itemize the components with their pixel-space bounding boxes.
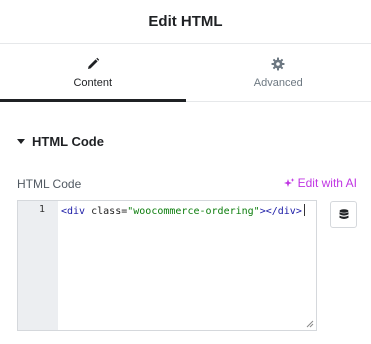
edit-with-ai-button[interactable]: Edit with AI [283,176,357,190]
code-close-tag: ></div> [259,206,302,217]
code-attribute-value: "woocommerce-ordering" [127,206,260,217]
ai-sparkle-icon [283,177,295,187]
gear-icon [271,57,285,70]
section-toggle-html-code[interactable]: HTML Code [17,134,104,149]
database-icon [339,208,348,219]
text-cursor [303,204,305,216]
section-title: HTML Code [32,134,104,149]
pencil-icon [87,57,99,69]
code-open-tag: <div [61,206,86,217]
code-attribute: class= [85,206,128,217]
tab-content-label: Content [73,76,113,89]
page-title: Edit HTML [148,13,223,30]
tab-advanced[interactable]: Advanced [186,44,371,101]
html-code-editor[interactable]: 1 <div class="woocommerce-ordering"></di… [17,200,317,331]
code-line[interactable]: <div class="woocommerce-ordering"></div> [61,204,305,217]
resize-handle-icon[interactable] [305,319,314,328]
panel-header: Edit HTML [0,0,371,44]
tab-content[interactable]: Content [0,44,186,102]
edit-with-ai-label: Edit with AI [297,176,357,190]
dynamic-tags-button[interactable] [330,201,357,228]
html-code-label: HTML Code [17,177,82,191]
editor-gutter [18,201,58,330]
tab-advanced-label: Advanced [253,76,303,89]
caret-down-icon [17,139,25,144]
tab-bar: Content Advanced [0,44,371,102]
line-number: 1 [38,204,45,215]
